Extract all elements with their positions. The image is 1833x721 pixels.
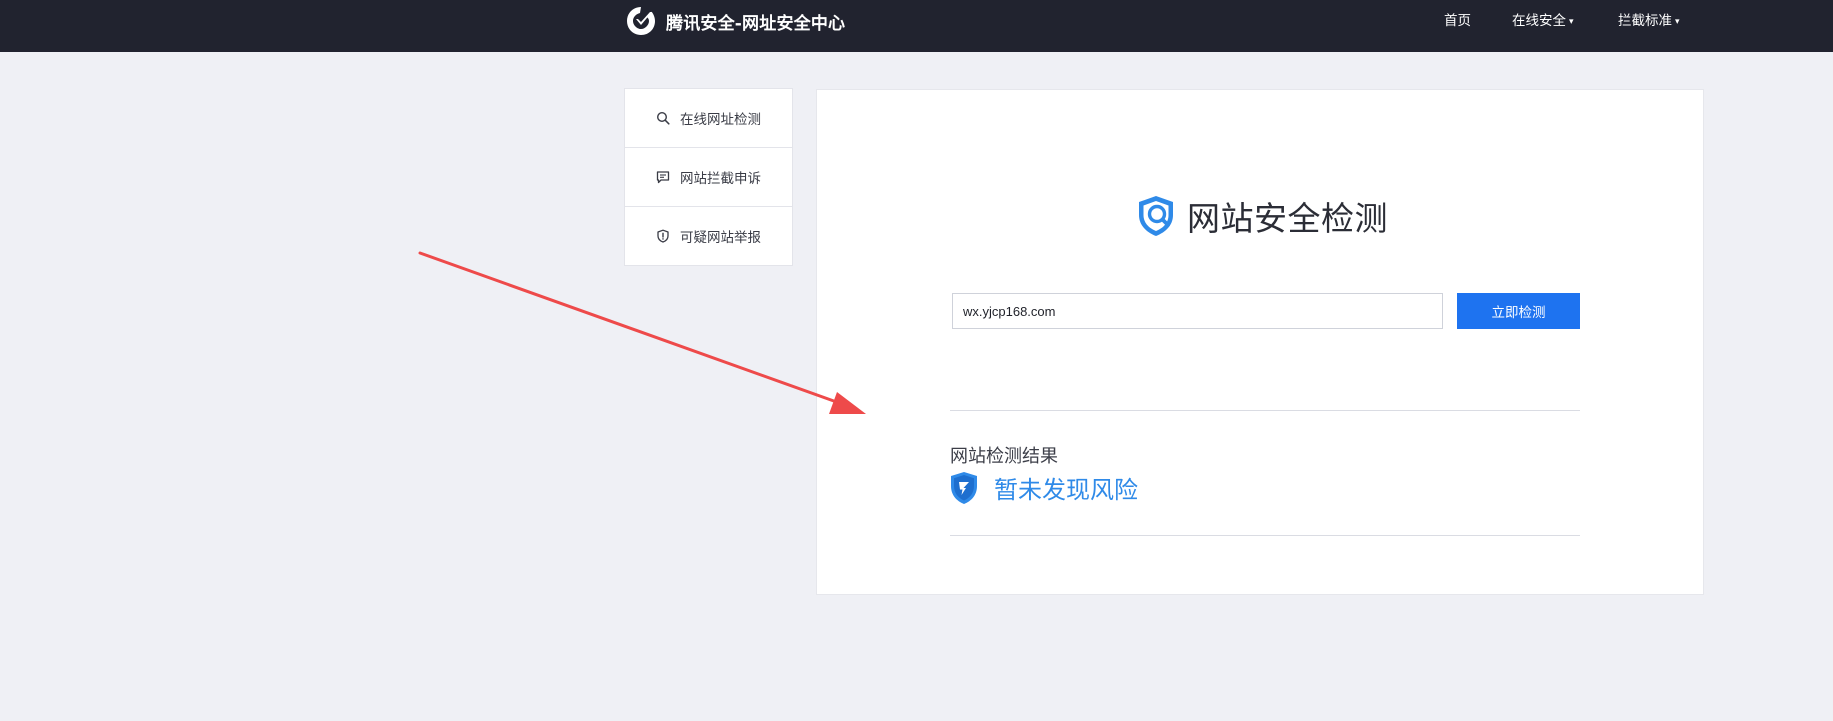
sidebar-item-label: 网站拦截申诉 (680, 171, 761, 187)
brand[interactable]: 腾讯安全-网址安全中心 (624, 4, 845, 38)
page-title: 网站安全检测 (1133, 192, 1388, 240)
security-search-shield-icon (1139, 196, 1173, 236)
top-navigation-bar: 腾讯安全-网址安全中心 首页 在线安全 ▾ 拦截标准 ▾ (0, 0, 1833, 52)
sidebar-item-label: 可疑网站举报 (680, 230, 761, 246)
divider (950, 535, 1580, 536)
site-check-panel: 网站安全检测 立即检测 网站检测结果 暂未发现风险 (816, 89, 1704, 595)
result-status-text: 暂未发现风险 (994, 476, 1138, 504)
sidebar-item-block-appeal[interactable]: 网站拦截申诉 (625, 148, 792, 207)
nav-online-security-label: 在线安全 (1512, 13, 1566, 29)
shield-alert-icon (657, 229, 669, 243)
result-status: 暂未发现风险 (950, 470, 1138, 505)
brand-title: 腾讯安全-网址安全中心 (666, 13, 846, 34)
message-icon (656, 171, 670, 184)
safe-shield-icon (951, 471, 977, 504)
sidebar-item-report[interactable]: 可疑网站举报 (625, 207, 792, 265)
check-now-button[interactable]: 立即检测 (1457, 293, 1580, 329)
chevron-down-icon: ▾ (1569, 17, 1574, 27)
search-icon (656, 111, 670, 125)
tencent-security-logo-icon (627, 7, 655, 35)
nav-block-standard-label: 拦截标准 (1618, 13, 1672, 29)
divider (950, 410, 1580, 411)
sidebar-item-url-check[interactable]: 在线网址检测 (625, 89, 792, 148)
nav-home-label: 首页 (1444, 13, 1471, 29)
nav-online-security[interactable]: 在线安全 ▾ (1512, 10, 1574, 32)
page-title-text: 网站安全检测 (1187, 199, 1388, 238)
side-menu: 在线网址检测 网站拦截申诉 可疑网站举报 (624, 88, 793, 266)
nav-home[interactable]: 首页 (1444, 10, 1471, 32)
annotation-arrow-shaft (418, 251, 847, 407)
chevron-down-icon: ▾ (1675, 17, 1680, 27)
url-input[interactable] (952, 293, 1443, 329)
nav-block-standard[interactable]: 拦截标准 ▾ (1618, 10, 1680, 32)
result-label: 网站检测结果 (950, 446, 1058, 467)
sidebar-item-label: 在线网址检测 (680, 112, 761, 128)
